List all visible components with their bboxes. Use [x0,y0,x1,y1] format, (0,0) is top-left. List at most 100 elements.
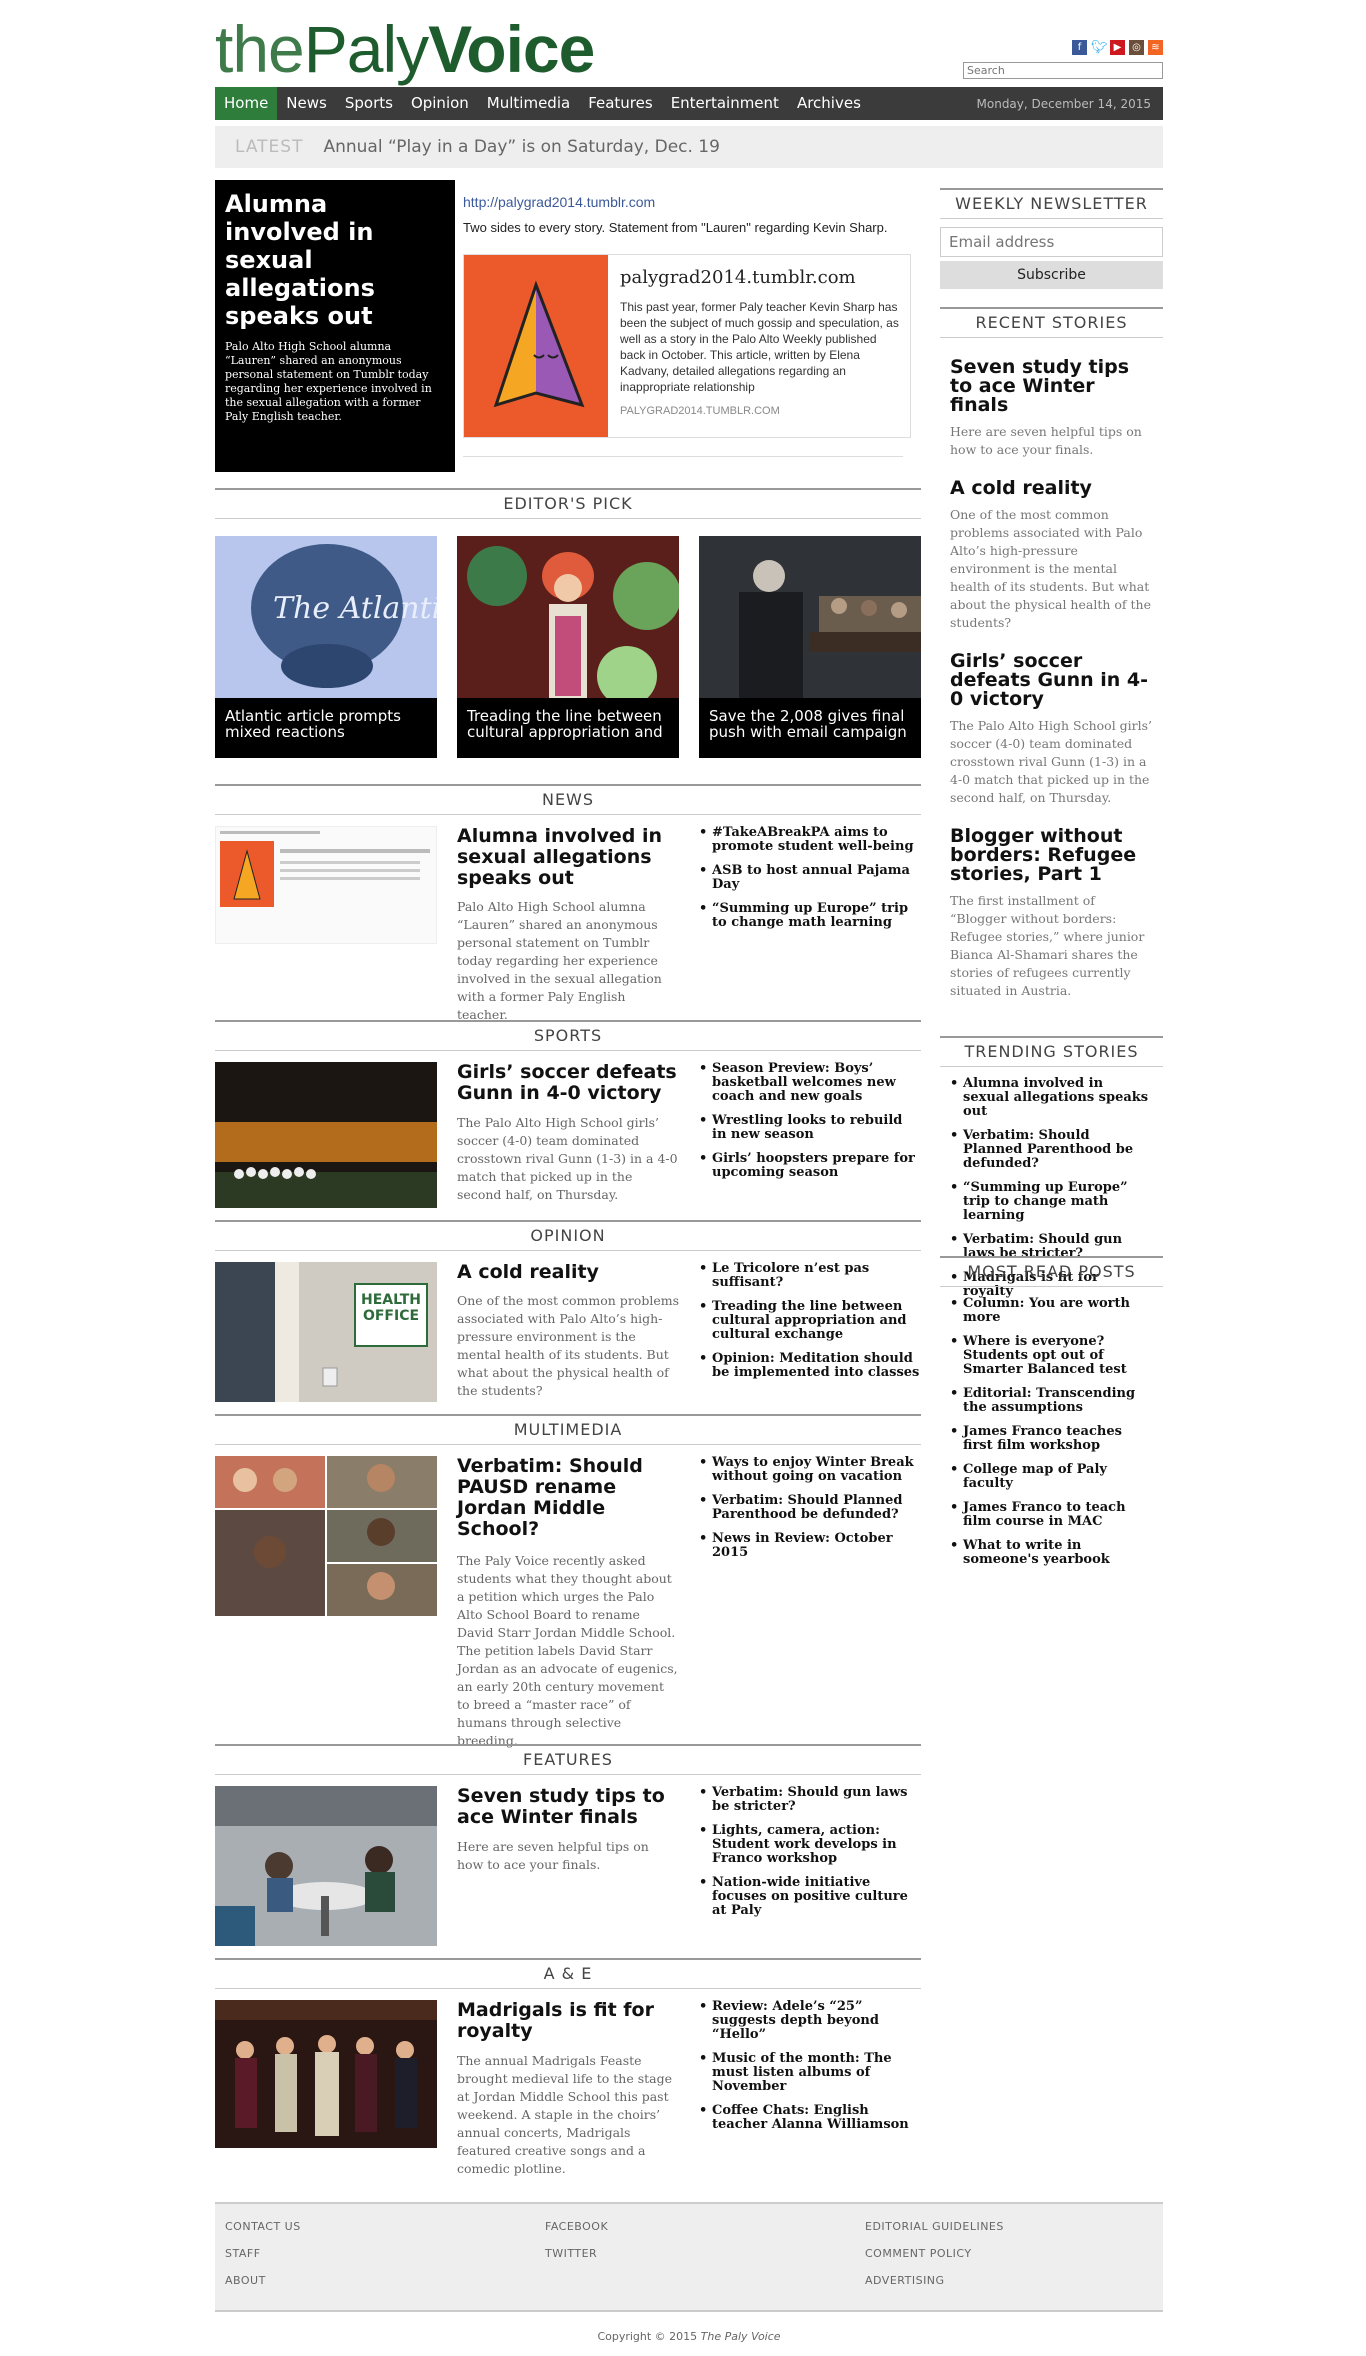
nav-home[interactable]: Home [215,87,278,120]
section-header-sports: SPORTS [215,1020,921,1051]
news-thumbnail[interactable] [215,826,437,944]
nav-opinion[interactable]: Opinion [402,87,478,120]
footer-link-contact[interactable]: CONTACT US [225,2220,525,2233]
editors-pick-caption: Atlantic article prompts mixed reactions [215,698,437,758]
editors-pick-card[interactable]: Treading the line between cultural appro… [457,536,679,758]
footer-link-facebook[interactable]: FACEBOOK [545,2220,845,2233]
logo-the: the [215,12,305,86]
footer-link-staff[interactable]: STAFF [225,2247,525,2260]
footer: CONTACT US STAFF ABOUT FACEBOOK TWITTER … [215,2202,1163,2312]
news-link[interactable]: “Summing up Europe” trip to change math … [699,902,921,930]
opinion-link[interactable]: Opinion: Meditation should be implemente… [699,1352,921,1380]
embed-card[interactable]: palygrad2014.tumblr.com This past year, … [463,254,911,438]
sports-link[interactable]: Girls’ hoopsters prepare for upcoming se… [699,1152,921,1180]
footer-link-advertising[interactable]: ADVERTISING [865,2274,1165,2287]
ae-link[interactable]: Music of the month: The must listen albu… [699,2052,921,2094]
footer-link-about[interactable]: ABOUT [225,2274,525,2287]
embed-card-image [464,255,608,437]
multimedia-link[interactable]: Verbatim: Should Planned Parenthood be d… [699,1494,921,1522]
most-read-item[interactable]: James Franco teaches first film workshop [950,1425,1153,1453]
opinion-links: Le Tricolore n’est pas suffisant? Treadi… [699,1262,921,1390]
site-logo[interactable]: thePalyVoice [215,16,595,82]
latest-ticker: LATEST Annual “Play in a Day” is on Satu… [215,126,1163,168]
rss-icon[interactable]: ≋ [1148,40,1163,55]
trending-item[interactable]: Alumna involved in sexual allegations sp… [950,1077,1153,1119]
footer-link-twitter[interactable]: TWITTER [545,2247,845,2260]
latest-label: LATEST [235,137,304,157]
opinion-title[interactable]: A cold reality [457,1262,677,1283]
recent-story-title[interactable]: Blogger without borders: Refugee stories… [950,827,1153,884]
multimedia-link[interactable]: Ways to enjoy Winter Break without going… [699,1456,921,1484]
recent-story-title[interactable]: A cold reality [950,479,1153,498]
multimedia-title[interactable]: Verbatim: Should PAUSD rename Jordan Mid… [457,1456,677,1540]
features-links: Verbatim: Should gun laws be stricter? L… [699,1786,921,1928]
instagram-icon[interactable]: ◎ [1129,40,1144,55]
opinion-link[interactable]: Le Tricolore n’est pas suffisant? [699,1262,921,1290]
newsletter-email-input[interactable] [940,227,1163,257]
news-link[interactable]: #TakeABreakPA aims to promote student we… [699,826,921,854]
most-read-item[interactable]: Column: You are worth more [950,1297,1153,1325]
nav-sports[interactable]: Sports [336,87,402,120]
embed-url[interactable]: http://palygrad2014.tumblr.com [463,194,913,210]
most-read-item[interactable]: James Franco to teach film course in MAC [950,1501,1153,1529]
search-input[interactable] [963,62,1163,79]
sports-link[interactable]: Season Preview: Boys’ basketball welcome… [699,1062,921,1104]
features-link[interactable]: Nation-wide initiative focuses on positi… [699,1876,921,1918]
features-thumbnail[interactable] [215,1786,437,1946]
news-link[interactable]: ASB to host annual Pajama Day [699,864,921,892]
footer-link-editorial-guidelines[interactable]: EDITORIAL GUIDELINES [865,2220,1165,2233]
hero-title[interactable]: Alumna involved in sexual allegations sp… [225,190,445,330]
recent-story-summary: The Palo Alto High School girls’ soccer … [950,718,1153,805]
footer-column: CONTACT US STAFF ABOUT [225,2220,525,2301]
most-read-item[interactable]: Editorial: Transcending the assumptions [950,1387,1153,1415]
sports-title[interactable]: Girls’ soccer defeats Gunn in 4-0 victor… [457,1062,677,1104]
most-read-item[interactable]: College map of Paly faculty [950,1463,1153,1491]
copyright: Copyright © 2015 The Paly Voice [215,2330,1163,2343]
multimedia-thumbnail[interactable] [215,1456,437,1616]
hero-embed: http://palygrad2014.tumblr.com Two sides… [463,180,913,472]
features-title[interactable]: Seven study tips to ace Winter finals [457,1786,677,1828]
trending-item[interactable]: Verbatim: Should Planned Parenthood be d… [950,1129,1153,1171]
news-title[interactable]: Alumna involved in sexual allegations sp… [457,826,677,889]
recent-story-title[interactable]: Seven study tips to ace Winter finals [950,358,1153,415]
features-link[interactable]: Lights, camera, action: Student work dev… [699,1824,921,1866]
copyright-name: The Paly Voice [700,2330,781,2343]
sports-thumbnail[interactable] [215,1062,437,1208]
sports-link[interactable]: Wrestling looks to rebuild in new season [699,1114,921,1142]
nav-features[interactable]: Features [579,87,662,120]
health-office-sign: HEALTH OFFICE [361,1292,421,1324]
multimedia-link[interactable]: News in Review: October 2015 [699,1532,921,1560]
ae-link[interactable]: Review: Adele’s “25” suggests depth beyo… [699,2000,921,2042]
opinion-thumbnail[interactable]: HEALTH OFFICE [215,1262,437,1402]
nav-archives[interactable]: Archives [788,87,870,120]
ae-thumbnail[interactable] [215,2000,437,2148]
nav-multimedia[interactable]: Multimedia [478,87,579,120]
editors-pick-card[interactable]: The Atlantic Atlantic article prompts mi… [215,536,437,758]
hero-story[interactable]: Alumna involved in sexual allegations sp… [215,180,455,472]
latest-headline[interactable]: Annual “Play in a Day” is on Saturday, D… [303,137,719,157]
footer-link-comment-policy[interactable]: COMMENT POLICY [865,2247,1165,2260]
subscribe-button[interactable]: Subscribe [940,261,1163,289]
trending-item[interactable]: “Summing up Europe” trip to change math … [950,1181,1153,1223]
nav-news[interactable]: News [277,87,336,120]
news-summary: Palo Alto High School alumna “Lauren” sh… [457,899,662,1022]
twitter-icon[interactable]: 🐦︎ [1091,40,1108,55]
most-read-item[interactable]: Where is everyone? Students opt out of S… [950,1335,1153,1377]
most-read-item[interactable]: What to write in someone's yearbook [950,1539,1153,1567]
recent-story-summary: Here are seven helpful tips on how to ac… [950,424,1142,457]
copyright-prefix: Copyright © 2015 [597,2330,701,2343]
recent-story-title[interactable]: Girls’ soccer defeats Gunn in 4-0 victor… [950,652,1153,709]
features-link[interactable]: Verbatim: Should gun laws be stricter? [699,1786,921,1814]
facebook-icon[interactable]: f [1072,40,1087,55]
editors-pick-card[interactable]: Save the 2,008 gives final push with ema… [699,536,921,758]
multimedia-links: Ways to enjoy Winter Break without going… [699,1456,921,1570]
nav-entertainment[interactable]: Entertainment [662,87,788,120]
recent-stories-heading: RECENT STORIES [940,307,1163,338]
opinion-link[interactable]: Treading the line between cultural appro… [699,1300,921,1342]
youtube-icon[interactable]: ▶ [1110,40,1125,55]
editors-pick-caption: Treading the line between cultural appro… [457,698,679,758]
ae-link[interactable]: Coffee Chats: English teacher Alanna Wil… [699,2104,921,2132]
nav-date: Monday, December 14, 2015 [976,96,1151,111]
ae-title[interactable]: Madrigals is fit for royalty [457,2000,677,2042]
atlantic-image: The Atlantic [215,536,437,698]
